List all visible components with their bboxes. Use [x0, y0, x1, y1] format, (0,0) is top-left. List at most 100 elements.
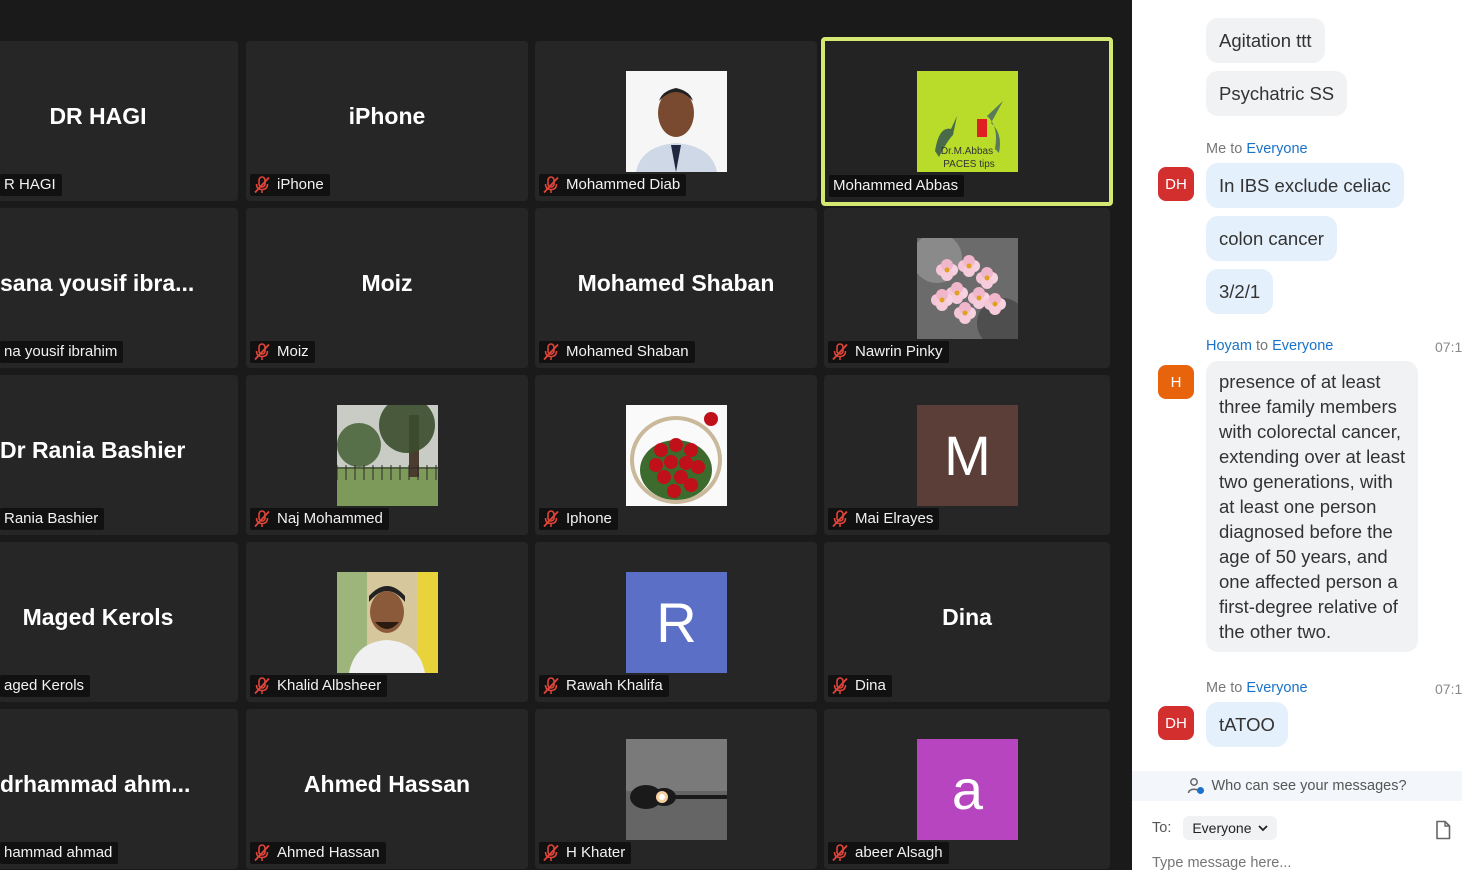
message-line: first-degree relative of [1219, 596, 1398, 617]
participant-display-name: DR HAGI [49, 103, 147, 129]
letter-avatar: M [917, 405, 1018, 506]
muted-mic-icon [254, 176, 270, 194]
participant-name-label: H Khater [539, 842, 632, 864]
participant-name-label: Rania Bashier [0, 508, 105, 530]
participant-display-name: iPhone [348, 103, 426, 129]
participant-tile[interactable]: Maged Kerols aged Kerols [0, 542, 238, 702]
participant-tile[interactable]: a abeer Alsagh [824, 709, 1110, 869]
participant-name: Mohammed Abbas [833, 177, 959, 194]
sender-name: Hoyam [1206, 338, 1252, 354]
muted-mic-icon [543, 677, 559, 695]
message-time: 07:1 [1435, 339, 1462, 355]
recipient-value: Everyone [1192, 820, 1252, 836]
file-icon[interactable] [1434, 820, 1452, 840]
muted-mic-icon [543, 176, 559, 194]
participant-name-label: Iphone [539, 508, 618, 530]
participant-tile[interactable]: Dr.M.Abbas PACES tips Mohammed Abbas [821, 37, 1113, 206]
to-label: To: [1152, 820, 1172, 836]
participant-tile[interactable]: Nawrin Pinky [824, 208, 1110, 368]
participant-name: H Khater [566, 844, 626, 861]
participant-display-name: drhammad ahm... [0, 771, 191, 797]
participant-tile[interactable]: sana yousif ibra... na yousif ibrahim [0, 208, 238, 368]
chat-message-header: Hoyam to Everyone [1206, 338, 1333, 354]
participant-name: Mohamed Shaban [566, 343, 689, 360]
chat-panel: Agitation ttt Psychatric SS Me to Everyo… [1132, 0, 1462, 870]
participant-display-name: Mohamed Shaban [577, 270, 775, 296]
participant-name-label: Moiz [250, 341, 315, 363]
participant-name: hammad ahmad [4, 844, 113, 861]
participant-tile[interactable]: H Khater [535, 709, 817, 869]
muted-mic-icon [254, 510, 270, 528]
participant-tile[interactable]: Moiz Moiz [246, 208, 528, 368]
participant-name-label: Mohammed Abbas [829, 175, 965, 197]
participant-name-label: abeer Alsagh [828, 842, 949, 864]
message-line: age of 50 years, and [1219, 546, 1388, 567]
logo-text: PACES tips [943, 159, 995, 170]
participant-tile[interactable]: Iphone [535, 375, 817, 535]
participant-name-label: hammad ahmad [0, 842, 119, 864]
participant-display-name: Moiz [361, 270, 413, 296]
participant-display-name: Dina [942, 604, 992, 630]
recipient-name: Everyone [1246, 680, 1308, 696]
participant-name-label: Dina [828, 675, 892, 697]
participant-tile[interactable]: iPhone iPhone [246, 41, 528, 201]
chat-message: Psychatric SS [1206, 71, 1348, 116]
participant-tile[interactable]: DR HAGI R HAGI [0, 41, 238, 201]
avatar: H [1158, 365, 1194, 399]
chat-message: tATOO [1206, 702, 1288, 747]
participant-display-name: Ahmed Hassan [303, 771, 471, 797]
participant-tile[interactable]: Mohammed Diab [535, 41, 817, 201]
chat-message-header: Me to Everyone [1206, 680, 1308, 696]
participant-tile[interactable]: Dr Rania Bashier Rania Bashier [0, 375, 238, 535]
to-word: to [1230, 680, 1243, 696]
chevron-down-icon [1257, 824, 1268, 831]
participant-tile[interactable]: drhammad ahm... hammad ahmad [0, 709, 238, 869]
participant-name-label: iPhone [250, 174, 330, 196]
participant-name-label: Nawrin Pinky [828, 341, 949, 363]
who-can-see-link[interactable]: Who can see your messages? [1132, 771, 1462, 801]
participant-display-name: Dr Rania Bashier [0, 437, 186, 463]
message-line: diagnosed before the [1219, 521, 1393, 542]
participant-name-label: na yousif ibrahim [0, 341, 124, 363]
participant-tile[interactable]: R Rawah Khalifa [535, 542, 817, 702]
message-line: at least one person [1219, 496, 1377, 517]
participant-tile[interactable]: Khalid Albsheer [246, 542, 528, 702]
participant-name: na yousif ibrahim [4, 343, 118, 360]
chat-message: Agitation ttt [1206, 18, 1325, 63]
message-input[interactable] [1152, 855, 1432, 870]
message-line: three family members [1219, 396, 1397, 417]
recipient-name: Everyone [1246, 141, 1308, 157]
participant-tile[interactable]: Ahmed Hassan Ahmed Hassan [246, 709, 528, 869]
participant-tile[interactable]: Mohamed Shaban Mohamed Shaban [535, 208, 817, 368]
participant-tile[interactable]: Naj Mohammed [246, 375, 528, 535]
recipient-name: Everyone [1272, 338, 1334, 354]
person-lock-icon [1188, 778, 1205, 794]
to-word: to [1230, 141, 1243, 157]
participant-display-name: sana yousif ibra... [0, 270, 195, 296]
sender-name: Me [1206, 680, 1227, 696]
recipient-dropdown[interactable]: Everyone [1183, 816, 1277, 840]
participant-name: Nawrin Pinky [855, 343, 943, 360]
participant-name: iPhone [277, 176, 324, 193]
chat-message: 3/2/1 [1206, 269, 1274, 314]
participant-tile[interactable]: Dina Dina [824, 542, 1110, 702]
participant-name: Khalid Albsheer [277, 677, 382, 694]
avatar: DH [1158, 167, 1194, 201]
chat-message: presence of at least three family members… [1206, 361, 1419, 652]
avatar-letter: a [917, 739, 1018, 840]
muted-mic-icon [254, 677, 270, 695]
logo-text: Dr.M.Abbas [941, 146, 993, 157]
participant-name: Rania Bashier [4, 510, 99, 527]
profile-picture [917, 238, 1018, 339]
participant-name-label: R HAGI [0, 174, 62, 196]
recipient-row: To: Everyone [1152, 816, 1277, 840]
participant-tile[interactable]: M Mai Elrayes [824, 375, 1110, 535]
muted-mic-icon [832, 844, 848, 862]
participant-name-label: Rawah Khalifa [539, 675, 669, 697]
muted-mic-icon [832, 510, 848, 528]
chat-message: In IBS exclude celiac [1206, 163, 1404, 208]
participant-name: Mohammed Diab [566, 176, 681, 193]
profile-picture [337, 405, 438, 506]
muted-mic-icon [254, 844, 270, 862]
message-line: extending over at least [1219, 446, 1406, 467]
